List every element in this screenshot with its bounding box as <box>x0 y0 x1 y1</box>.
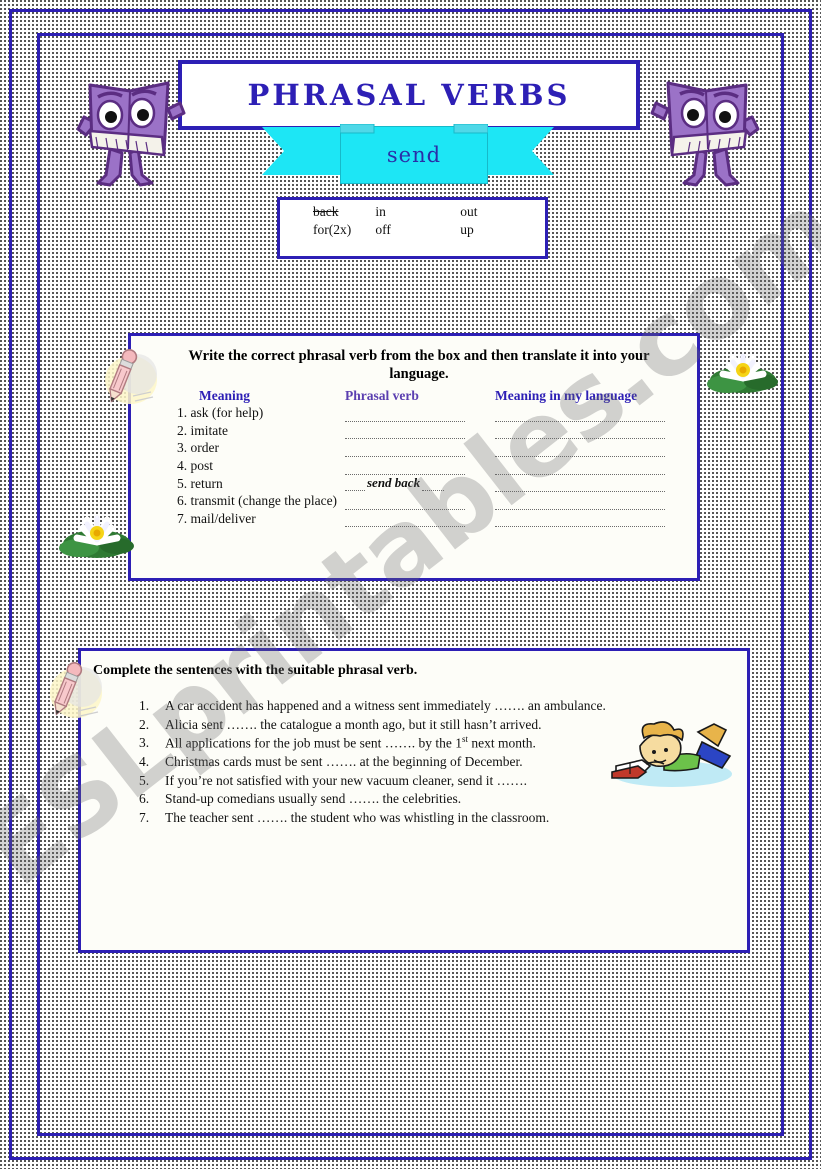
word-back: back <box>313 204 339 219</box>
word-bank-row: back in out <box>280 203 545 221</box>
translation-blank[interactable] <box>495 475 695 493</box>
item-text: Christmas cards must be sent ……. at the … <box>165 754 523 770</box>
meaning-cell: 5. return <box>131 475 345 493</box>
table-row: 1. ask (for help) <box>131 404 697 422</box>
phrasal-verb-answer[interactable]: send back <box>345 475 495 492</box>
exercise-2-instruction: Complete the sentences with the suitable… <box>93 663 418 678</box>
translation-blank[interactable] <box>495 492 695 510</box>
meaning-cell: 6. transmit (change the place) <box>131 492 345 510</box>
meaning-cell: 7. mail/deliver <box>131 510 345 528</box>
water-lily-icon <box>703 332 785 396</box>
table-row: 5. return send back <box>131 475 697 493</box>
child-reading-icon <box>602 716 742 790</box>
translation-blank[interactable] <box>495 404 695 422</box>
word-bank-cell: back <box>280 203 375 221</box>
list-item[interactable]: 6. Stand-up comedians usually send ……. t… <box>139 790 747 808</box>
meaning-cell: 2. imitate <box>131 422 345 440</box>
translation-blank[interactable] <box>495 510 695 528</box>
phrasal-verb-blank[interactable] <box>345 510 495 528</box>
item-text: All applications for the job must be sen… <box>165 734 536 751</box>
table-row: 6. transmit (change the place) <box>131 492 697 510</box>
item-number: 5. <box>139 772 150 788</box>
verb-label: send <box>386 143 442 167</box>
item-number: 4. <box>139 754 150 770</box>
meaning-text: imitate <box>190 422 229 438</box>
exercise-1-headers: Meaning Phrasal verb Meaning in my langu… <box>131 388 697 404</box>
water-lily-icon <box>57 492 139 562</box>
meaning-cell: 3. order <box>131 439 345 457</box>
word-bank-table: back in out for(2x) off up <box>280 203 545 239</box>
translation-blank[interactable] <box>495 439 695 458</box>
row-number: 5. <box>177 475 188 491</box>
header-phrasal-verb: Phrasal verb <box>345 388 419 404</box>
word-for: for(2x) <box>313 222 352 237</box>
exercise-1-box: Write the correct phrasal verb from the … <box>128 333 700 581</box>
phrasal-verb-blank[interactable] <box>345 457 495 475</box>
table-row: 4. post <box>131 457 697 475</box>
word-bank-row: for(2x) off up <box>280 221 545 239</box>
meaning-text: mail/deliver <box>190 510 256 526</box>
item-number: 3. <box>139 735 150 751</box>
phrasal-verb-blank[interactable] <box>345 439 495 458</box>
page-title: PHRASAL VERBS <box>247 78 571 112</box>
translation-blank[interactable] <box>495 457 695 475</box>
word-off: off <box>375 222 391 237</box>
row-number: 2. <box>177 422 188 438</box>
meaning-text: ask (for help) <box>190 405 264 421</box>
phrasal-verb-blank[interactable] <box>345 404 495 422</box>
list-item[interactable]: 1. A car accident has happened and a wit… <box>139 697 747 715</box>
item-text: A car accident has happened and a witnes… <box>165 698 606 713</box>
table-row: 7. mail/deliver <box>131 510 697 528</box>
meaning-text: order <box>190 440 219 456</box>
word-in: in <box>375 204 386 219</box>
item-text: Stand-up comedians usually send ……. the … <box>165 791 462 807</box>
answer-text: send back <box>367 474 421 490</box>
item-text: Alicia sent ……. the catalogue a month ag… <box>165 716 542 732</box>
book-character-icon <box>650 57 760 192</box>
item-number: 6. <box>139 791 150 807</box>
word-bank-box: back in out for(2x) off up <box>277 197 548 259</box>
exercise-1-instruction: Write the correct phrasal verb from the … <box>188 348 650 382</box>
item-number: 1. <box>139 698 150 713</box>
item-number: 2. <box>139 716 150 732</box>
word-out: out <box>460 204 478 219</box>
meaning-text: transmit (change the place) <box>190 493 338 509</box>
meaning-cell: 4. post <box>131 457 345 475</box>
table-row: 2. imitate <box>131 422 697 440</box>
book-character-icon <box>76 57 186 192</box>
meaning-cell: 1. ask (for help) <box>131 404 345 422</box>
meaning-text: return <box>190 475 223 491</box>
phrasal-verb-blank[interactable] <box>345 422 495 440</box>
item-text: The teacher sent ……. the student who was… <box>165 809 550 825</box>
row-number: 3. <box>177 440 188 456</box>
pencil-icon <box>42 657 106 727</box>
translation-blank[interactable] <box>495 422 695 440</box>
meaning-text: post <box>190 458 214 474</box>
row-number: 1. <box>177 405 188 421</box>
header-translation: Meaning in my language <box>495 388 638 404</box>
row-number: 4. <box>177 458 188 474</box>
item-text: If you’re not satisfied with your new va… <box>165 772 527 788</box>
item-number: 7. <box>139 809 150 825</box>
word-up: up <box>460 222 474 237</box>
phrasal-verb-blank[interactable] <box>345 492 495 510</box>
row-number: 7. <box>177 510 188 526</box>
row-number: 6. <box>177 493 188 509</box>
title-box: PHRASAL VERBS <box>178 60 640 130</box>
pencil-icon <box>97 346 161 412</box>
list-item[interactable]: 7. The teacher sent ……. the student who … <box>139 809 747 827</box>
exercise-2-box: Complete the sentences with the suitable… <box>78 648 750 953</box>
table-row: 3. order <box>131 439 697 458</box>
header-meaning: Meaning <box>199 388 251 404</box>
